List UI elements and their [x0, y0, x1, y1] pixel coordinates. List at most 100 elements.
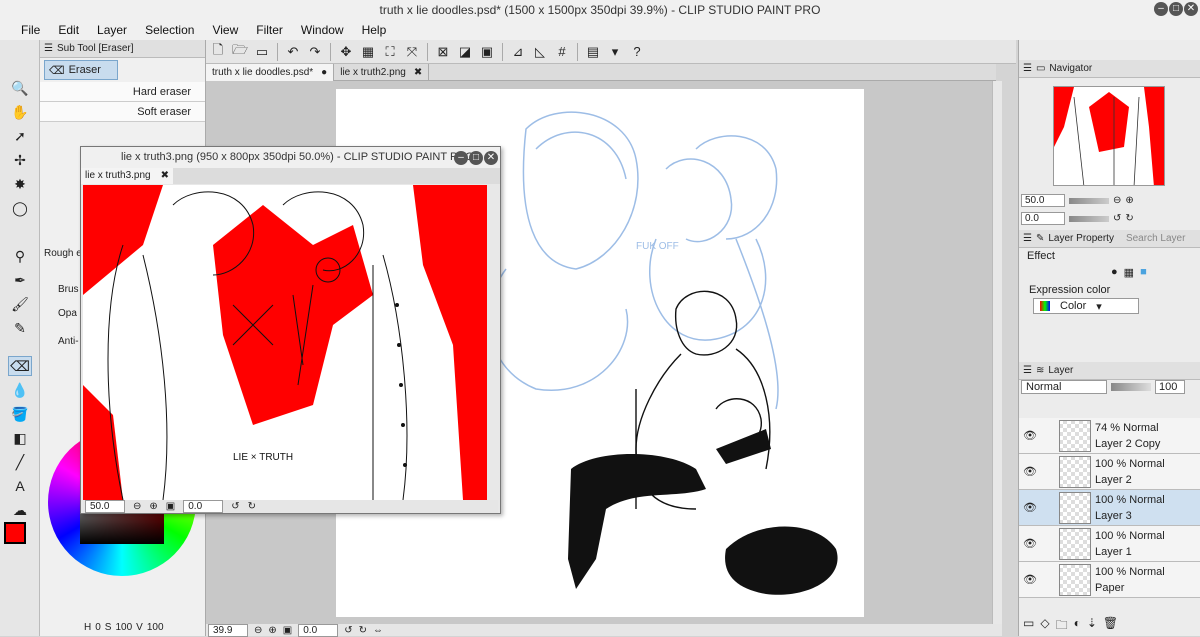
layer-color-icon[interactable]: ■	[1140, 266, 1147, 279]
new-folder-icon[interactable]: 🗀	[1056, 616, 1068, 637]
flip-icon[interactable]: ⇔	[373, 625, 383, 636]
clear-outside-icon[interactable]: ▦	[358, 42, 378, 62]
fill-tool-icon[interactable]: 🪣	[8, 404, 32, 424]
navigator-zoom-value[interactable]: 50.0	[1021, 194, 1065, 207]
layer-row[interactable]: 👁 100 % Normal Layer 1	[1019, 526, 1200, 562]
brush-hard-eraser[interactable]: Hard eraser	[40, 82, 205, 102]
opacity-value[interactable]: 100	[1155, 380, 1185, 394]
layer-row[interactable]: 👁 100 % Normal Layer 2	[1019, 454, 1200, 490]
move-layer-tool-icon[interactable]: ✢	[8, 150, 32, 170]
subview-canvas[interactable]: LIE × TRUTH	[83, 185, 487, 500]
brush-soft-eraser[interactable]: Soft eraser	[40, 102, 205, 122]
rotate-left-icon[interactable]: ↺	[231, 501, 239, 512]
snap-grid-icon[interactable]: #	[552, 42, 572, 62]
subtool-group-eraser[interactable]: ⌫ Eraser	[44, 60, 118, 80]
navigator-thumbnail[interactable]	[1053, 86, 1165, 186]
zoom-out-icon[interactable]: ⊖	[1113, 195, 1121, 206]
menu-filter[interactable]: Filter	[247, 20, 292, 40]
text-tool-icon[interactable]: A	[8, 476, 32, 496]
balloon-tool-icon[interactable]: ☁	[8, 500, 32, 520]
angle-slider[interactable]	[1069, 215, 1109, 222]
layer-menu-icon[interactable]: ☰	[1023, 365, 1032, 376]
subview-minimize-button[interactable]: –	[454, 151, 468, 165]
close-button[interactable]: ✕	[1184, 2, 1198, 16]
main-color-swatch[interactable]	[4, 522, 26, 544]
transform-icon[interactable]: ⤧	[402, 42, 422, 62]
fill-icon[interactable]: ⛶	[380, 42, 400, 62]
menu-edit[interactable]: Edit	[49, 20, 88, 40]
menu-layer[interactable]: Layer	[88, 20, 136, 40]
zoom-tool-icon[interactable]: 🔍	[8, 78, 32, 98]
menu-selection[interactable]: Selection	[136, 20, 203, 40]
search-layer-tab[interactable]: Search Layer	[1126, 233, 1185, 244]
eraser-tool-icon[interactable]: ⌫	[8, 356, 32, 376]
new-file-icon[interactable]: 🗋	[208, 42, 228, 62]
menu-window[interactable]: Window	[292, 20, 353, 40]
merge-down-icon[interactable]: ⇣	[1087, 616, 1097, 637]
fit-icon[interactable]: ▣	[283, 625, 292, 636]
operation-tool-icon[interactable]: ➚	[8, 126, 32, 146]
auto-select-tool-icon[interactable]: ✸	[8, 174, 32, 194]
dropdown-icon[interactable]: ▾	[605, 42, 625, 62]
invert-selection-icon[interactable]: ◪	[455, 42, 475, 62]
layer-row[interactable]: 👁 100 % Normal Paper	[1019, 562, 1200, 598]
zoom-in-icon[interactable]: ⊕	[1125, 195, 1133, 206]
menu-file[interactable]: File	[12, 20, 49, 40]
zoom-out-icon[interactable]: ⊖	[133, 501, 141, 512]
rotate-left-icon[interactable]: ↺	[1113, 213, 1121, 224]
redo-icon[interactable]: ↷	[305, 42, 325, 62]
zoom-slider[interactable]	[1069, 197, 1109, 204]
zoom-in-icon[interactable]: ⊕	[268, 625, 276, 636]
hand-tool-icon[interactable]: ✋	[8, 102, 32, 122]
layer-row[interactable]: 👁 100 % Normal Layer 3	[1019, 490, 1200, 526]
tab-modified-icon[interactable]: ●	[321, 64, 327, 81]
pen-tool-icon[interactable]: ✒	[8, 270, 32, 290]
tab-truth-x-lie-doodles[interactable]: truth x lie doodles.psd* ●	[206, 64, 335, 81]
rotate-right-icon[interactable]: ↻	[1125, 213, 1133, 224]
subview-zoom-value[interactable]: 50.0	[85, 500, 125, 513]
visibility-eye-icon[interactable]: 👁	[1019, 573, 1041, 586]
navigator-angle-value[interactable]: 0.0	[1021, 212, 1065, 225]
menu-view[interactable]: View	[203, 20, 247, 40]
visibility-eye-icon[interactable]: 👁	[1019, 429, 1041, 442]
angle-value[interactable]: 0.0	[298, 623, 339, 637]
blend-mode-select[interactable]: Normal	[1021, 380, 1107, 394]
subtool-menu-icon[interactable]: ☰	[44, 43, 53, 54]
rotate-left-icon[interactable]: ↺	[344, 625, 352, 636]
tab-close-icon[interactable]: ✖	[414, 64, 422, 81]
layer-property-tab[interactable]: Layer Property	[1048, 233, 1114, 244]
rotate-right-icon[interactable]: ↻	[248, 501, 256, 512]
visibility-eye-icon[interactable]: 👁	[1019, 537, 1041, 550]
clear-icon[interactable]: ✥	[336, 42, 356, 62]
visibility-eye-icon[interactable]: 👁	[1019, 465, 1041, 478]
new-vector-layer-icon[interactable]: ◇	[1040, 616, 1049, 637]
delete-layer-icon[interactable]: 🗑	[1103, 616, 1118, 637]
help-icon[interactable]: ?	[627, 42, 647, 62]
layer-property-menu-icon[interactable]: ☰	[1023, 233, 1032, 244]
save-icon[interactable]: ▭	[252, 42, 272, 62]
lasso-tool-icon[interactable]: ◯	[8, 198, 32, 218]
opacity-slider[interactable]	[1111, 383, 1151, 391]
brush-tool-icon[interactable]: 🖌	[8, 294, 32, 314]
line-tool-icon[interactable]: ╱	[8, 452, 32, 472]
menu-help[interactable]: Help	[353, 20, 396, 40]
expression-color-select[interactable]: Color ▾	[1033, 298, 1139, 314]
rotate-right-icon[interactable]: ↻	[359, 625, 367, 636]
preview-icon[interactable]: ▤	[583, 42, 603, 62]
zoom-value[interactable]: 39.9	[208, 623, 248, 637]
zoom-in-icon[interactable]: ⊕	[149, 501, 157, 512]
subview-window[interactable]: lie x truth3.png (950 x 800px 350dpi 50.…	[80, 146, 501, 514]
selection-border-icon[interactable]: ▣	[477, 42, 497, 62]
maximize-button[interactable]: □	[1169, 2, 1183, 16]
fit-icon[interactable]: ▣	[166, 501, 175, 512]
subview-maximize-button[interactable]: □	[469, 151, 483, 165]
undo-icon[interactable]: ↶	[283, 42, 303, 62]
airbrush-tool-icon[interactable]: ✎	[8, 318, 32, 338]
snap-ruler-icon[interactable]: ⊿	[508, 42, 528, 62]
visibility-eye-icon[interactable]: 👁	[1019, 501, 1041, 514]
deselect-icon[interactable]: ⊠	[433, 42, 453, 62]
layer-row[interactable]: 👁 74 % Normal Layer 2 Copy	[1019, 418, 1200, 454]
blend-tool-icon[interactable]: 💧	[8, 380, 32, 400]
subview-angle-value[interactable]: 0.0	[183, 500, 224, 513]
subview-tab-close-icon[interactable]: ✖	[161, 168, 169, 184]
